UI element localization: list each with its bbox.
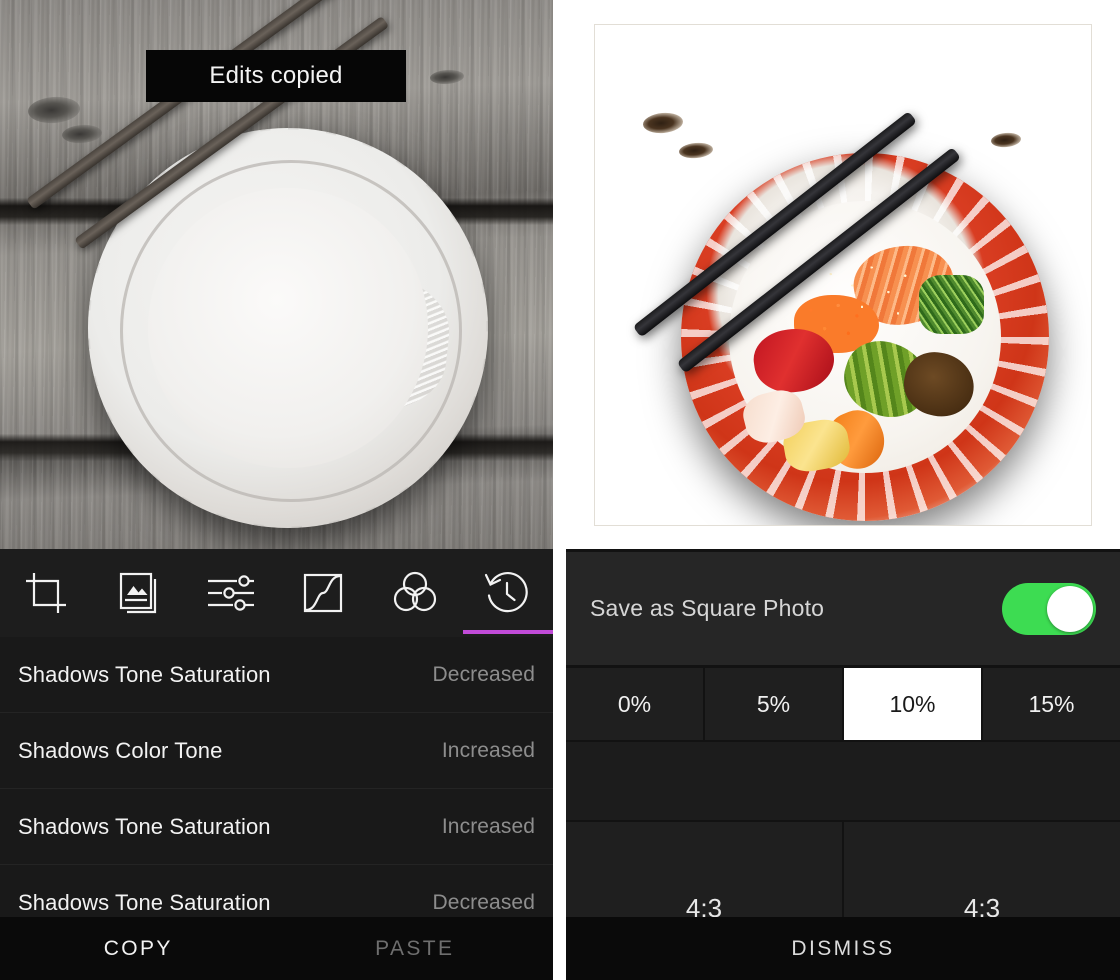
left-bottom-bar: COPY PASTE <box>0 917 553 980</box>
copy-button[interactable]: COPY <box>0 917 277 980</box>
table-row[interactable]: Shadows Tone Saturation Decreased <box>0 865 553 917</box>
aspect-option-right[interactable]: 4:3 <box>844 822 1120 917</box>
history-item-name: Shadows Tone Saturation <box>18 813 271 839</box>
photo-preview-color[interactable] <box>594 24 1092 526</box>
toast-notification: Edits copied <box>146 50 406 102</box>
adjust-tool-button[interactable] <box>184 549 276 637</box>
photo-preview-grayscale[interactable]: Edits copied <box>0 0 553 549</box>
right-phone-panel: Save as Square Photo 0% 5% 10% 15% 4:3 4… <box>566 0 1120 980</box>
history-item-value: Decreased <box>432 662 535 686</box>
frames-icon <box>112 567 164 619</box>
history-item-name: Shadows Color Tone <box>18 737 223 763</box>
aspect-option-right-label: 4:3 <box>963 895 1001 917</box>
percent-option-0[interactable]: 0% <box>566 668 703 740</box>
save-as-square-toggle[interactable] <box>1002 582 1096 635</box>
history-item-value: Increased <box>441 814 535 838</box>
crop-tool-button[interactable] <box>0 549 92 637</box>
sheet-spacer <box>566 742 1120 820</box>
save-as-square-label: Save as Square Photo <box>590 595 825 621</box>
editor-toolbar <box>0 549 553 637</box>
history-tool-button[interactable] <box>461 549 553 637</box>
percent-option-15[interactable]: 15% <box>983 668 1120 740</box>
aspect-option-left-clip: 4:3 <box>686 895 722 917</box>
aspect-option-right-clip: 4:3 <box>964 895 1000 917</box>
percent-option-10[interactable]: 10% <box>844 668 981 740</box>
left-phone-panel: Edits copied Shadows Tone Saturation Dec… <box>0 0 553 980</box>
toast-message: Edits copied <box>209 62 343 89</box>
history-list[interactable]: Shadows Tone Saturation Decreased Shadow… <box>0 637 553 917</box>
dismiss-button[interactable]: DISMISS <box>791 937 894 961</box>
history-item-name: Shadows Tone Saturation <box>18 661 271 687</box>
aspect-option-left-label: 4:3 <box>685 895 723 917</box>
curves-tool-button[interactable] <box>277 549 369 637</box>
color-circles-icon <box>389 567 441 619</box>
settings-sheet: Save as Square Photo 0% 5% 10% 15% 4:3 4… <box>566 549 1120 917</box>
food-contents <box>738 236 994 484</box>
history-item-value: Increased <box>441 738 535 762</box>
history-item-name: Shadows Tone Saturation <box>18 889 271 915</box>
frames-tool-button[interactable] <box>92 549 184 637</box>
percent-option-5[interactable]: 5% <box>705 668 842 740</box>
percent-option-row: 0% 5% 10% 15% <box>566 668 1120 740</box>
sesame-seeds <box>813 255 934 339</box>
table-row[interactable]: Shadows Tone Saturation Decreased <box>0 637 553 713</box>
active-tool-indicator <box>463 630 553 634</box>
color-tool-button[interactable] <box>369 549 461 637</box>
aspect-option-left[interactable]: 4:3 <box>566 822 842 917</box>
aspect-option-row-partial: 4:3 4:3 <box>566 822 1120 917</box>
curve-icon <box>297 567 349 619</box>
history-item-value: Decreased <box>432 890 535 914</box>
history-clock-icon <box>481 567 533 619</box>
save-as-square-row[interactable]: Save as Square Photo <box>566 552 1120 665</box>
sliders-icon <box>204 567 256 619</box>
toggle-knob <box>1047 585 1093 632</box>
sushi-bowl <box>681 153 1049 521</box>
crop-icon <box>20 567 72 619</box>
photo-stage <box>566 0 1120 549</box>
paste-button[interactable]: PASTE <box>277 917 554 980</box>
table-row[interactable]: Shadows Color Tone Increased <box>0 713 553 789</box>
sesame-seeds <box>176 240 368 384</box>
app-screenshot: Edits copied Shadows Tone Saturation Dec… <box>0 0 1120 980</box>
table-row[interactable]: Shadows Tone Saturation Increased <box>0 789 553 865</box>
right-bottom-bar: DISMISS <box>566 917 1120 980</box>
